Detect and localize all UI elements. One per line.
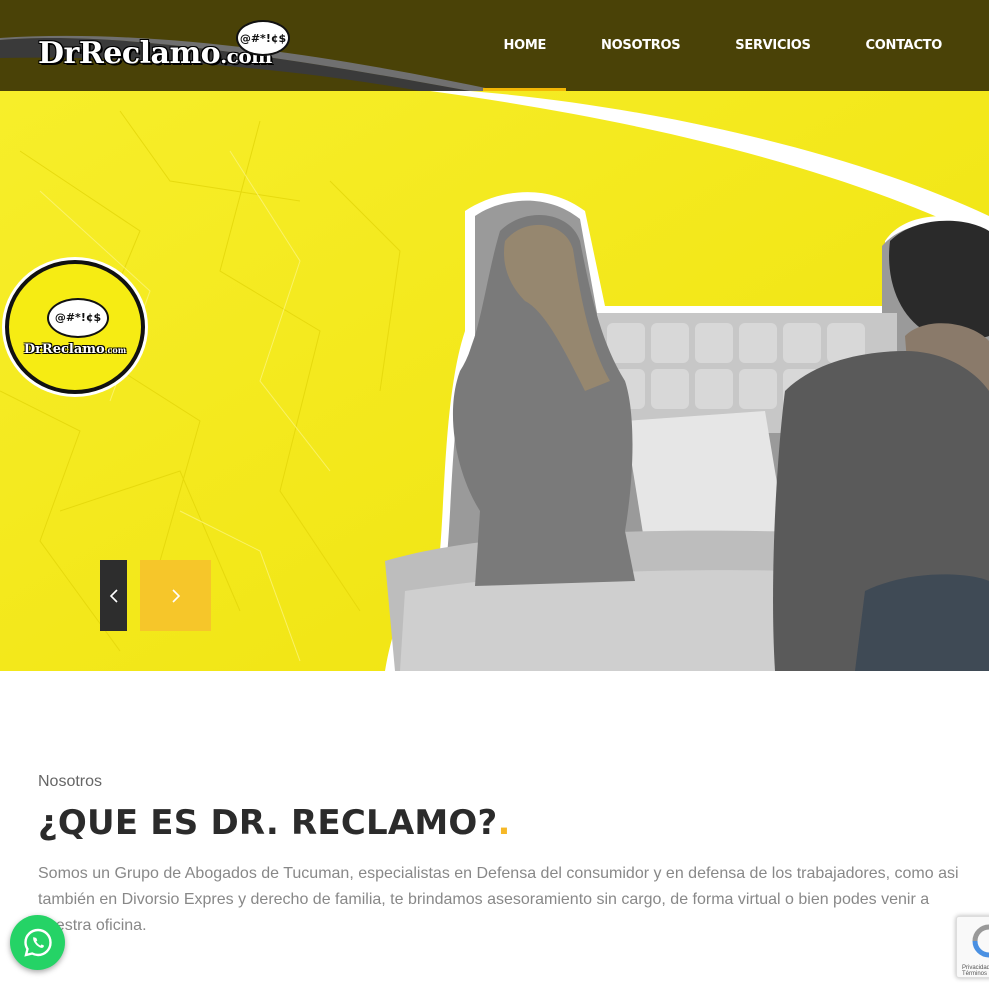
recaptcha-icon	[972, 924, 989, 958]
site-logo[interactable]: DrReclamo.com @#*!¢$	[38, 20, 298, 78]
title-accent-dot: .	[497, 803, 511, 843]
main-nav: HOME NOSOTROS SERVICIOS CONTACTO	[448, 0, 942, 91]
site-header: DrReclamo.com @#*!¢$ HOME NOSOTROS SERVI…	[0, 0, 989, 91]
nav-nosotros[interactable]: NOSOTROS	[601, 0, 681, 91]
whatsapp-button[interactable]	[10, 915, 65, 970]
slider-prev-button[interactable]	[100, 560, 127, 631]
hero-slider: @#*!¢$ DrReclamo.com	[0, 91, 989, 671]
chevron-right-icon	[171, 588, 180, 603]
circle-logo-text: DrReclamo.com	[23, 341, 127, 357]
slider-next-button[interactable]	[140, 560, 211, 631]
section-eyebrow: Nosotros	[38, 773, 103, 790]
nav-home[interactable]: HOME	[483, 0, 566, 91]
nav-contacto[interactable]: CONTACTO	[866, 0, 943, 91]
recaptcha-label: Privacidad - Términos	[962, 965, 989, 977]
nav-servicios[interactable]: SERVICIOS	[735, 0, 811, 91]
hero-couple-photo	[385, 192, 989, 671]
circle-brand-logo: @#*!¢$ DrReclamo.com	[5, 260, 145, 394]
section-body: Somos un Grupo de Abogados de Tucuman, e…	[38, 865, 959, 934]
recaptcha-badge[interactable]: Privacidad - Términos	[956, 916, 989, 978]
section-title: ¿QUE ES DR. RECLAMO?.	[38, 803, 511, 843]
whatsapp-icon	[23, 928, 52, 957]
circle-logo-speech-bubble: @#*!¢$	[47, 297, 109, 338]
chevron-left-icon	[109, 588, 118, 603]
logo-speech-bubble: @#*!¢$	[236, 20, 290, 56]
